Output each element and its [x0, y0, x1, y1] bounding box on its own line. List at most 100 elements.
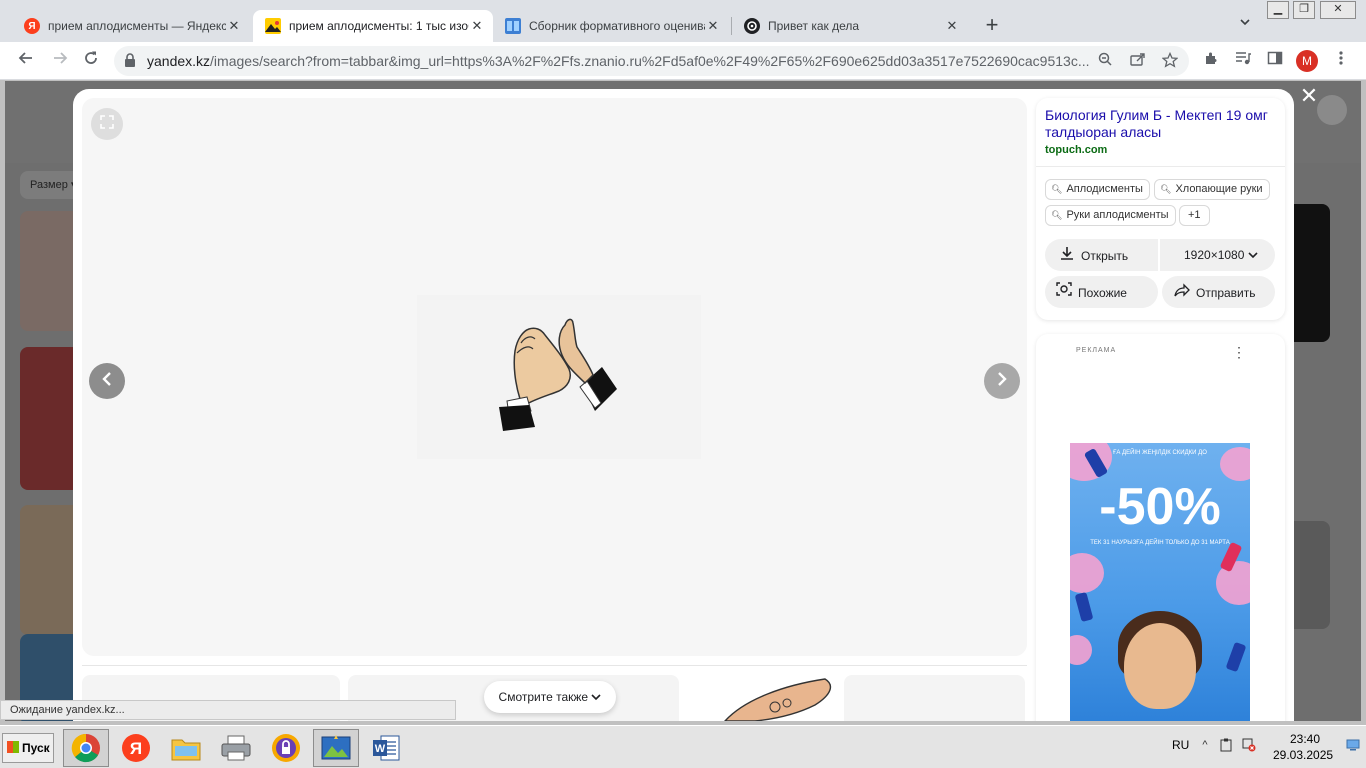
- clock-time[interactable]: 23:40: [1290, 732, 1320, 746]
- show-desktop-icon[interactable]: [1346, 739, 1360, 753]
- tab-yandex-search[interactable]: Я прием аплодисменты — Яндекс: н ✕: [12, 10, 250, 42]
- close-modal-button[interactable]: ✕: [1299, 85, 1319, 107]
- url-path: /images/search?from=tabbar&img_url=https…: [210, 53, 1090, 69]
- windows-logo-icon: [7, 741, 19, 753]
- chevron-down-icon: [1248, 252, 1258, 259]
- expand-icon[interactable]: [91, 108, 123, 140]
- svg-text:W: W: [375, 743, 386, 755]
- tag-label: Руки аплодисменты: [1066, 209, 1169, 221]
- maximize-button[interactable]: ❐: [1293, 1, 1315, 19]
- taskbar-explorer[interactable]: [163, 729, 209, 767]
- result-thumbnail[interactable]: [20, 505, 80, 635]
- tab-title: прием аплодисменты — Яндекс: н: [48, 19, 226, 33]
- more-menu-icon[interactable]: [1330, 50, 1352, 72]
- folder-icon: [171, 739, 201, 761]
- source-title-link[interactable]: Биология Гулим Б - Мектеп 19 омг талдыор…: [1045, 107, 1275, 141]
- tab-title: Сборник формативного оцениван: [529, 19, 705, 33]
- extensions-icon[interactable]: [1200, 50, 1222, 72]
- clipboard-icon[interactable]: [1219, 738, 1233, 752]
- word-icon: W: [373, 735, 400, 761]
- browser-toolbar: yandex.kz/images/search?from=tabbar&img_…: [0, 42, 1366, 80]
- model-face: [1124, 623, 1196, 709]
- share-icon[interactable]: [1129, 52, 1147, 70]
- ad-discount: -50%: [1099, 478, 1221, 536]
- next-image-button[interactable]: [984, 363, 1020, 399]
- see-also-label: Смотрите также: [498, 690, 589, 704]
- star-icon[interactable]: [1161, 51, 1179, 70]
- divider: [82, 665, 1027, 666]
- clapping-hands-image: [417, 295, 701, 459]
- side-panel-icon[interactable]: [1264, 50, 1286, 72]
- similar-button[interactable]: Похожие: [1045, 276, 1158, 308]
- share-button[interactable]: Отправить: [1162, 276, 1275, 308]
- address-bar[interactable]: yandex.kz/images/search?from=tabbar&img_…: [114, 46, 1189, 76]
- size-label: 1920×1080: [1184, 248, 1245, 262]
- taskbar-chrome[interactable]: [63, 729, 109, 767]
- taskbar-printer[interactable]: [213, 729, 259, 767]
- previous-image-button[interactable]: [89, 363, 125, 399]
- language-indicator[interactable]: RU: [1172, 738, 1189, 752]
- url-text[interactable]: yandex.kz/images/search?from=tabbar&img_…: [147, 53, 1097, 69]
- minimize-button[interactable]: ▁: [1267, 1, 1289, 19]
- zoom-icon[interactable]: [1096, 52, 1114, 70]
- taskbar-word[interactable]: W: [363, 729, 409, 767]
- new-tab-button[interactable]: +: [981, 14, 1003, 37]
- window-close-button[interactable]: ✕: [1320, 1, 1356, 19]
- tab-strip: Я прием аплодисменты — Яндекс: н ✕ прием…: [0, 0, 1366, 42]
- ad-card: РЕКЛАМА ⋮ ҒА ДЕЙІН ЖЕҢІЛДІК СКИДКИ ДО -5…: [1036, 334, 1285, 721]
- tag-label: Аплодисменты: [1066, 183, 1143, 195]
- taskbar-photo-app[interactable]: [313, 729, 359, 767]
- ad-label: РЕКЛАМА: [1076, 347, 1117, 354]
- show-hidden-icons-icon[interactable]: ^: [1198, 738, 1212, 752]
- chrome-icon: [71, 733, 100, 763]
- see-also-thumbnail[interactable]: [685, 675, 836, 721]
- close-icon[interactable]: ✕: [705, 18, 721, 34]
- product-bottle: [1074, 591, 1094, 623]
- media-control-icon[interactable]: [1232, 50, 1254, 72]
- chevron-down-icon[interactable]: [1236, 16, 1254, 34]
- image-info-sidebar: Биология Гулим Б - Мектеп 19 омг талдыор…: [1036, 98, 1285, 721]
- close-icon[interactable]: ✕: [944, 18, 960, 34]
- result-thumbnail[interactable]: [20, 211, 80, 331]
- profile-avatar[interactable]: M: [1296, 50, 1318, 72]
- tag-label: Хлопающие руки: [1175, 183, 1263, 195]
- back-button[interactable]: [15, 50, 37, 72]
- flower-decoration: [1070, 635, 1092, 665]
- tab-formative-assessment[interactable]: Сборник формативного оцениван ✕: [493, 10, 729, 42]
- start-button[interactable]: Пуск: [2, 733, 54, 763]
- network-warning-icon[interactable]: [1242, 738, 1256, 752]
- lock-icon: [124, 53, 138, 67]
- share-arrow-icon: [1174, 276, 1190, 308]
- taskbar: Пуск Я W RU ^ 23:40 29.03.2025: [0, 725, 1366, 768]
- clock-date[interactable]: 29.03.2025: [1273, 748, 1333, 762]
- search-icon: 🔍︎: [1160, 184, 1172, 194]
- taskbar-vpn[interactable]: [263, 729, 309, 767]
- result-thumbnail[interactable]: [20, 347, 80, 490]
- divider: [1036, 166, 1285, 167]
- see-also-button[interactable]: Смотрите также: [484, 681, 616, 713]
- ad-top-text: ҒА ДЕЙІН ЖЕҢІЛДІК СКИДКИ ДО: [1113, 450, 1207, 456]
- printer-icon: [221, 735, 251, 761]
- avatar[interactable]: [1317, 95, 1347, 125]
- size-select[interactable]: 1920×1080: [1160, 239, 1275, 271]
- forward-button[interactable]: [49, 50, 71, 72]
- open-button[interactable]: Открыть: [1045, 239, 1158, 271]
- search-icon: 🔍︎: [1051, 210, 1063, 220]
- close-icon[interactable]: ✕: [469, 18, 485, 34]
- ad-banner[interactable]: ҒА ДЕЙІН ЖЕҢІЛДІК СКИДКИ ДО -50% ТЕК 31 …: [1070, 443, 1250, 721]
- tab-yandex-images[interactable]: прием аплодисменты: 1 тыс изобр ✕: [253, 10, 493, 42]
- tag-chip[interactable]: 🔍︎ Хлопающие руки: [1154, 179, 1270, 200]
- more-menu-icon[interactable]: ⋮: [1232, 344, 1246, 361]
- product-bottle: [1225, 641, 1247, 673]
- reload-button[interactable]: [80, 50, 102, 72]
- share-label: Отправить: [1196, 286, 1256, 300]
- tab-chatgpt[interactable]: Привет как дела ✕: [732, 10, 968, 42]
- see-also-thumbnail[interactable]: [844, 675, 1025, 721]
- taskbar-yandex[interactable]: Я: [113, 729, 159, 767]
- source-domain[interactable]: topuch.com: [1045, 144, 1107, 156]
- more-tags-chip[interactable]: +1: [1179, 205, 1210, 226]
- tag-chip[interactable]: 🔍︎ Руки аплодисменты: [1045, 205, 1176, 226]
- close-icon[interactable]: ✕: [226, 18, 242, 34]
- tag-chip[interactable]: 🔍︎ Аплодисменты: [1045, 179, 1150, 200]
- similar-label: Похожие: [1078, 286, 1127, 300]
